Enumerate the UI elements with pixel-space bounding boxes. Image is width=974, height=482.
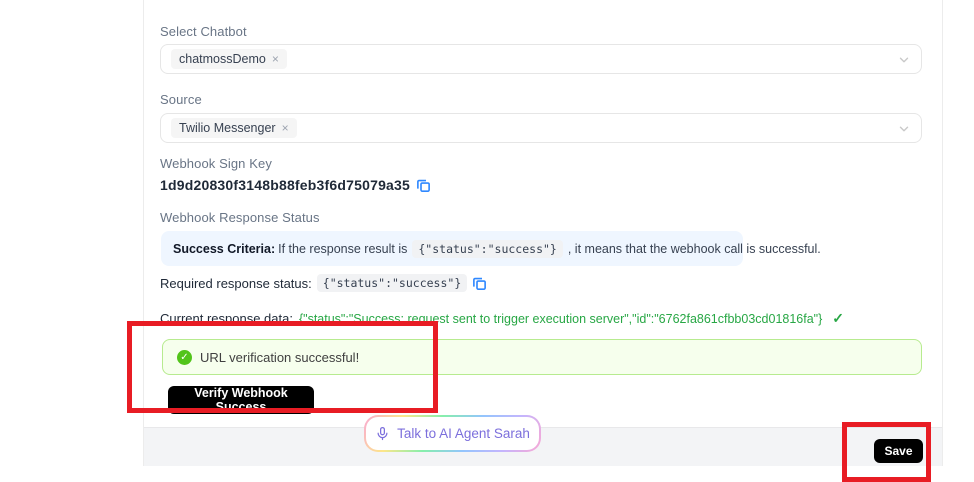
- chatbot-tag: chatmossDemo ×: [171, 49, 287, 69]
- source-label: Source: [160, 92, 202, 107]
- talk-to-agent-button[interactable]: Talk to AI Agent Sarah: [364, 415, 541, 452]
- sign-key-label: Webhook Sign Key: [160, 156, 272, 171]
- url-verification-message: URL verification successful!: [200, 350, 359, 365]
- sign-key-value: 1d9d20830f3148b88feb3f6d75079a35: [160, 177, 410, 193]
- footer-band: [144, 427, 942, 466]
- current-response-value: {"status":"Success: request sent to trig…: [299, 312, 822, 326]
- chatbot-tag-label: chatmossDemo: [179, 51, 266, 67]
- microphone-icon: [375, 426, 390, 441]
- success-criteria-title: Success Criteria:: [173, 242, 275, 256]
- success-criteria-post: , it means that the webhook call is succ…: [568, 242, 821, 256]
- required-status-code: {"status":"success"}: [317, 274, 467, 292]
- chevron-down-icon: [897, 122, 911, 136]
- card-left-border: [143, 0, 144, 466]
- source-tag: Twilio Messenger ×: [171, 118, 297, 138]
- sign-key-row: 1d9d20830f3148b88feb3f6d75079a35: [160, 177, 431, 193]
- chevron-down-icon: [897, 53, 911, 67]
- save-button[interactable]: Save: [874, 439, 923, 463]
- copy-icon[interactable]: [416, 178, 431, 193]
- success-criteria-code: {"status":"success"}: [412, 240, 562, 258]
- verify-webhook-button[interactable]: Verify Webhook Success: [168, 386, 314, 414]
- current-response-label: Current response data:: [160, 311, 293, 326]
- response-status-label: Webhook Response Status: [160, 210, 320, 225]
- source-select[interactable]: Twilio Messenger ×: [160, 113, 922, 143]
- source-tag-close-icon[interactable]: ×: [282, 120, 289, 136]
- success-criteria-pre: If the response result is: [278, 242, 407, 256]
- talk-to-agent-inner: Talk to AI Agent Sarah: [366, 417, 539, 450]
- card-right-border: [942, 0, 943, 466]
- source-tag-label: Twilio Messenger: [179, 120, 276, 136]
- talk-to-agent-label: Talk to AI Agent Sarah: [397, 426, 530, 441]
- success-criteria-box: Success Criteria: If the response result…: [161, 231, 743, 266]
- chatbot-tag-close-icon[interactable]: ×: [272, 51, 279, 67]
- chatbot-select[interactable]: chatmossDemo ×: [160, 44, 922, 74]
- required-status-row: Required response status: {"status":"suc…: [160, 274, 487, 292]
- current-response-row: Current response data: {"status":"Succes…: [160, 310, 844, 327]
- url-verification-alert: ✓ URL verification successful!: [162, 339, 922, 375]
- required-status-label: Required response status:: [160, 276, 312, 291]
- copy-icon[interactable]: [472, 276, 487, 291]
- select-chatbot-label: Select Chatbot: [160, 24, 247, 39]
- check-icon: ✓: [832, 310, 844, 327]
- success-check-icon: ✓: [177, 350, 192, 365]
